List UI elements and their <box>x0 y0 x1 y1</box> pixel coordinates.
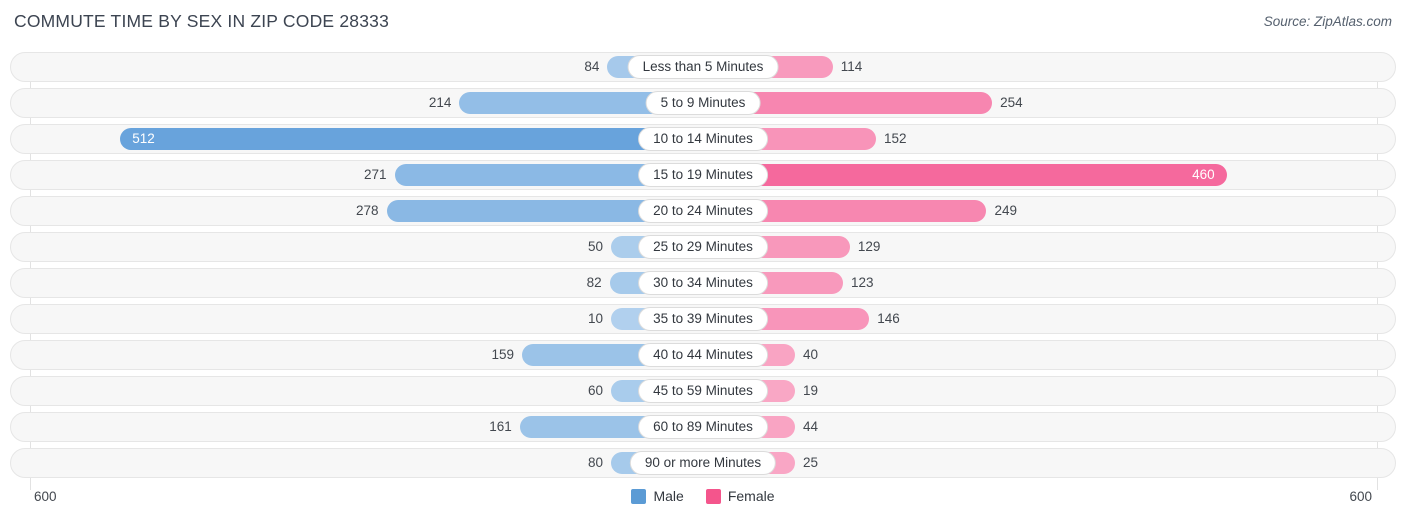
table-row: 278 249 20 to 24 Minutes <box>10 196 1396 226</box>
category-label: 15 to 19 Minutes <box>638 163 768 187</box>
table-row: 84 114 Less than 5 Minutes <box>10 52 1396 82</box>
table-row: 50 129 25 to 29 Minutes <box>10 232 1396 262</box>
category-label: 20 to 24 Minutes <box>638 199 768 223</box>
female-value-label: 249 <box>994 203 1017 218</box>
male-value-label: 84 <box>584 59 600 74</box>
female-value-label: 123 <box>851 275 874 290</box>
female-value-label: 152 <box>884 131 907 146</box>
row-track: 214 254 5 to 9 Minutes <box>11 89 1395 117</box>
male-value-label: 278 <box>356 203 379 218</box>
category-label: Less than 5 Minutes <box>627 55 779 79</box>
male-value-label: 159 <box>491 347 515 362</box>
category-label: 40 to 44 Minutes <box>638 343 768 367</box>
row-track: 512 152 10 to 14 Minutes <box>11 125 1395 153</box>
table-row: 214 254 5 to 9 Minutes <box>10 88 1396 118</box>
male-value-label: 80 <box>587 455 603 470</box>
row-track: 82 123 30 to 34 Minutes <box>11 269 1395 297</box>
legend-label: Female <box>727 488 775 504</box>
female-value-label: 254 <box>1000 95 1023 110</box>
row-track: 159 40 40 to 44 Minutes <box>11 341 1395 369</box>
chart-page: COMMUTE TIME BY SEX IN ZIP CODE 28333 So… <box>0 0 1406 523</box>
female-value-label: 25 <box>803 455 819 470</box>
male-value-label: 271 <box>363 167 387 182</box>
legend-item[interactable]: Female <box>705 488 775 504</box>
category-label: 25 to 29 Minutes <box>638 235 768 259</box>
row-track: 271 460 15 to 19 Minutes <box>11 161 1395 189</box>
male-value-label: 10 <box>587 311 603 326</box>
page-title: COMMUTE TIME BY SEX IN ZIP CODE 28333 <box>14 11 390 31</box>
row-track: 50 129 25 to 29 Minutes <box>11 233 1395 261</box>
female-value-label: 129 <box>857 239 881 254</box>
male-value-label: 60 <box>587 383 603 398</box>
female-value-label: 40 <box>803 347 819 362</box>
legend-swatch-icon <box>705 488 721 504</box>
male-value-label: 214 <box>428 95 452 110</box>
male-value-label: 50 <box>587 239 603 254</box>
table-row: 10 146 35 to 39 Minutes <box>10 304 1396 334</box>
table-row: 161 44 60 to 89 Minutes <box>10 412 1396 442</box>
row-track: 10 146 35 to 39 Minutes <box>11 305 1395 333</box>
category-label: 90 or more Minutes <box>629 451 777 475</box>
female-value-label: 114 <box>840 59 863 74</box>
category-label: 60 to 89 Minutes <box>638 415 768 439</box>
table-row: 60 19 45 to 59 Minutes <box>10 376 1396 406</box>
female-bar: 460 <box>703 164 1227 186</box>
male-bar: 512 <box>120 128 703 150</box>
table-row: 82 123 30 to 34 Minutes <box>10 268 1396 298</box>
legend: Male Female <box>0 488 1406 504</box>
row-track: 60 19 45 to 59 Minutes <box>11 377 1395 405</box>
category-label: 35 to 39 Minutes <box>638 307 768 331</box>
category-label: 5 to 9 Minutes <box>645 91 761 115</box>
table-row: 271 460 15 to 19 Minutes <box>10 160 1396 190</box>
category-label: 45 to 59 Minutes <box>638 379 768 403</box>
legend-swatch-icon <box>631 488 647 504</box>
row-track: 84 114 Less than 5 Minutes <box>11 53 1395 81</box>
category-label: 30 to 34 Minutes <box>638 271 768 295</box>
plot-area: 84 114 Less than 5 Minutes 214 254 5 to 9 Min… <box>10 52 1396 490</box>
row-track: 80 25 90 or more Minutes <box>11 449 1395 477</box>
male-value-label: 512 <box>132 131 155 146</box>
legend-label: Male <box>653 488 684 504</box>
female-value-label: 146 <box>877 311 900 326</box>
source-label: Source: ZipAtlas.com <box>1263 14 1392 29</box>
female-value-label: 44 <box>803 419 819 434</box>
bar-rows: 84 114 Less than 5 Minutes 214 254 5 to 9 Min… <box>10 52 1396 478</box>
table-row: 80 25 90 or more Minutes <box>10 448 1396 478</box>
table-row: 512 152 10 to 14 Minutes <box>10 124 1396 154</box>
legend-item[interactable]: Male <box>631 488 684 504</box>
female-value-label: 460 <box>1192 167 1215 182</box>
female-value-label: 19 <box>803 383 819 398</box>
category-label: 10 to 14 Minutes <box>638 127 768 151</box>
row-track: 161 44 60 to 89 Minutes <box>11 413 1395 441</box>
row-track: 278 249 20 to 24 Minutes <box>11 197 1395 225</box>
table-row: 159 40 40 to 44 Minutes <box>10 340 1396 370</box>
male-value-label: 82 <box>586 275 602 290</box>
male-value-label: 161 <box>489 419 512 434</box>
